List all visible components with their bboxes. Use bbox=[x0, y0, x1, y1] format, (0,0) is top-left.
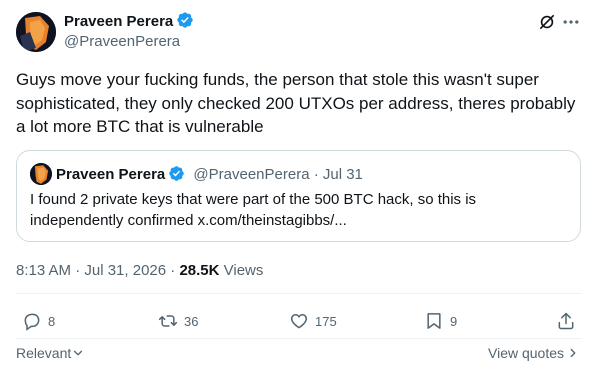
repost-icon bbox=[158, 311, 178, 331]
like-count: 175 bbox=[315, 313, 337, 329]
more-icon[interactable] bbox=[561, 12, 581, 37]
repost-count: 36 bbox=[184, 313, 199, 329]
quote-author-name: Praveen Perera bbox=[56, 166, 166, 183]
author-name[interactable]: Praveen Perera bbox=[64, 13, 173, 30]
views-label: Views bbox=[219, 262, 264, 279]
repost-button[interactable]: 36 bbox=[158, 310, 198, 332]
share-button[interactable] bbox=[556, 310, 576, 332]
share-icon bbox=[556, 311, 576, 331]
bookmark-count: 9 bbox=[450, 313, 458, 329]
grok-icon[interactable] bbox=[537, 12, 557, 37]
tweet-meta: 8:13 AM · Jul 31, 2026 · 28.5K Views bbox=[16, 261, 263, 281]
quote-header: Praveen Perera @PraveenPerera · Jul 31 bbox=[56, 165, 363, 188]
divider bbox=[16, 338, 582, 339]
quote-author-avatar bbox=[30, 163, 52, 185]
reply-icon bbox=[22, 311, 42, 331]
view-quotes-label: View quotes bbox=[488, 345, 565, 361]
like-icon bbox=[289, 311, 309, 331]
reply-button[interactable]: 8 bbox=[22, 310, 55, 332]
views-count: 28.5K bbox=[179, 262, 220, 279]
bookmark-button[interactable]: 9 bbox=[424, 310, 457, 332]
like-button[interactable]: 175 bbox=[289, 310, 337, 332]
quote-text: I found 2 private keys that were part of… bbox=[30, 191, 477, 229]
author-handle[interactable]: @PraveenPerera bbox=[64, 32, 180, 52]
tweet-text: Guys move your fucking funds, the person… bbox=[16, 70, 576, 136]
divider bbox=[16, 293, 582, 294]
tweet-timestamp[interactable]: 8:13 AM · Jul 31, 2026 · bbox=[16, 262, 179, 279]
relevant-sort-button[interactable]: Relevant bbox=[16, 343, 85, 363]
verified-badge-icon bbox=[168, 165, 185, 188]
reply-count: 8 bbox=[48, 313, 56, 329]
chevron-right-icon bbox=[566, 346, 580, 360]
view-quotes-link[interactable]: View quotes bbox=[488, 343, 580, 363]
quote-handle-date: @PraveenPerera · Jul 31 bbox=[193, 166, 363, 183]
bookmark-icon bbox=[424, 311, 444, 331]
author-avatar[interactable] bbox=[16, 12, 56, 52]
chevron-down-icon bbox=[71, 346, 85, 360]
relevant-label: Relevant bbox=[16, 345, 72, 361]
